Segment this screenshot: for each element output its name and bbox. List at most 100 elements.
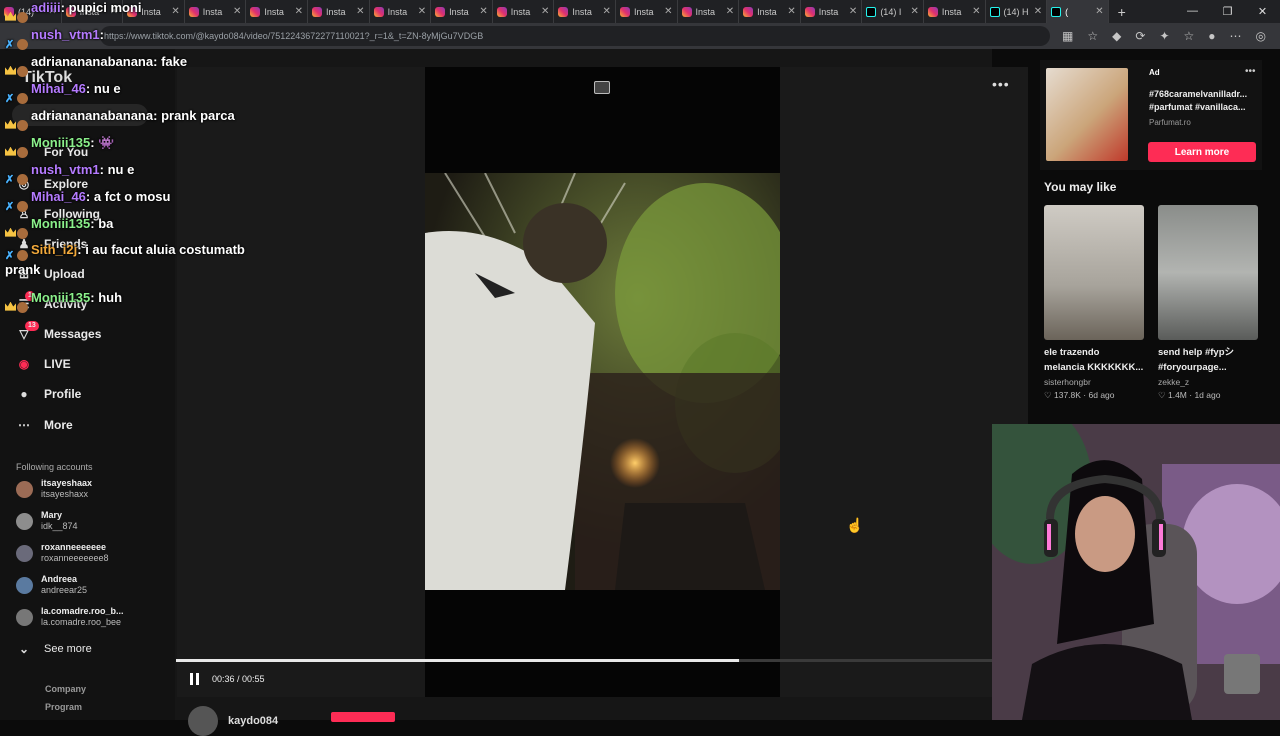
close-tab-icon[interactable]: ✕: [664, 6, 672, 17]
close-tab-icon[interactable]: ✕: [787, 6, 795, 17]
video-thumbnail[interactable]: [1158, 205, 1258, 340]
browser-tab[interactable]: Insta ✕: [924, 0, 986, 23]
grid-icon[interactable]: ▦: [1062, 29, 1073, 43]
browser-tab[interactable]: Insta ✕: [801, 0, 863, 23]
video-content: [425, 173, 780, 590]
menu-dots-icon[interactable]: ⋯: [1230, 29, 1242, 43]
instagram-icon: [311, 6, 322, 17]
browser-tab[interactable]: Insta ✕: [678, 0, 740, 23]
chat-message: ✗nush_vtm1: nu e: [5, 156, 245, 185]
following-account[interactable]: roxanneeeeeee roxanneeeeeee8: [16, 542, 109, 564]
close-tab-icon[interactable]: ✕: [1034, 6, 1042, 17]
card-title-line2[interactable]: #foryourpage...: [1158, 360, 1258, 375]
browser-tab[interactable]: Insta ✕: [493, 0, 555, 23]
avatar: [16, 480, 33, 498]
close-tab-icon[interactable]: ✕: [972, 6, 980, 17]
tab-label: Insta: [510, 6, 531, 17]
ad-title[interactable]: #768caramelvanilladr... #parfumat #vanil…: [1149, 88, 1257, 114]
video-time: 00:36 / 00:55: [212, 674, 265, 684]
more-options-icon[interactable]: •••: [992, 76, 1010, 92]
close-tab-icon[interactable]: ✕: [356, 6, 364, 17]
recommended-video-card[interactable]: ele trazendo melancia KKKKKKK... sisterhon…: [1044, 205, 1144, 401]
browser-tab[interactable]: Insta ✕: [370, 0, 432, 23]
refresh-icon[interactable]: ⟳: [1135, 29, 1145, 43]
browser-tab[interactable]: Insta ✕: [308, 0, 370, 23]
browser-tab[interactable]: (14) H ✕: [986, 0, 1048, 23]
card-title-line1[interactable]: ele trazendo: [1044, 345, 1144, 360]
ad-more-icon[interactable]: •••: [1245, 66, 1256, 77]
ad-source: Parfumat.ro: [1149, 118, 1191, 127]
card-likes: 137.8K: [1053, 390, 1081, 400]
see-more-button[interactable]: ⌄ See more: [16, 641, 92, 657]
card-stats: ♡ 137.8K · 6d ago: [1044, 390, 1144, 401]
sidebar-item-label: LIVE: [44, 357, 71, 371]
footer-program[interactable]: Program: [45, 702, 82, 712]
sidebar-item-live[interactable]: ◉ LIVE: [16, 356, 71, 372]
pause-icon[interactable]: [190, 673, 202, 685]
close-tab-icon[interactable]: ✕: [295, 6, 303, 17]
close-tab-icon[interactable]: ✕: [726, 6, 734, 17]
sidebar-item-profile[interactable]: ● Profile: [16, 386, 81, 402]
extension-icon[interactable]: ◆: [1112, 29, 1121, 43]
video-thumbnail[interactable]: [1044, 205, 1144, 340]
tab-label: Insta: [387, 6, 408, 17]
crown-badge-icon: [5, 227, 16, 237]
favorites-icon[interactable]: ☆: [1184, 29, 1195, 43]
card-title-line2[interactable]: melancia KKKKKKK...: [1044, 360, 1144, 375]
chat-colon: :: [77, 242, 86, 257]
sidebar-item-messages[interactable]: ▽ Messages 13: [16, 321, 101, 342]
new-tab-button[interactable]: +: [1109, 4, 1135, 20]
recommended-video-card[interactable]: send help #fypシ #foryourpage... zekke_z ♡ 1…: [1158, 205, 1258, 401]
browser-tab[interactable]: Insta ✕: [431, 0, 493, 23]
author-name[interactable]: kaydo084: [228, 715, 278, 727]
video-progress-bar[interactable]: [176, 659, 992, 662]
chat-badges: [5, 293, 31, 313]
browser-tab[interactable]: (✕: [1047, 0, 1109, 23]
author-avatar[interactable]: [188, 706, 218, 736]
card-title-line1[interactable]: send help #fypシ: [1158, 345, 1258, 360]
browser-tab[interactable]: Insta ✕: [616, 0, 678, 23]
avatar: [16, 544, 33, 562]
puzzle-icon[interactable]: ✦: [1159, 29, 1169, 43]
restore-icon[interactable]: ❐: [1210, 5, 1245, 18]
tab-label: (14) I: [880, 6, 902, 17]
close-tab-icon[interactable]: ✕: [1095, 6, 1103, 17]
ad-card[interactable]: Ad ••• #768caramelvanilladr... #parfumat…: [1040, 60, 1262, 170]
chat-badges: ✗: [5, 192, 31, 212]
star-icon[interactable]: ☆: [1087, 29, 1098, 43]
learn-more-button[interactable]: Learn more: [1148, 142, 1256, 162]
close-tab-icon[interactable]: ✕: [418, 6, 426, 17]
close-tab-icon[interactable]: ✕: [911, 6, 919, 17]
picture-in-picture-icon[interactable]: [594, 81, 610, 94]
following-account[interactable]: itsayeshaax itsayeshaxx: [16, 478, 92, 500]
sidebar-item-more[interactable]: ⋯ More: [16, 417, 73, 433]
footer-company[interactable]: Company: [45, 684, 86, 694]
close-window-icon[interactable]: ✕: [1245, 5, 1280, 18]
browser-tab[interactable]: (14) I ✕: [862, 0, 924, 23]
card-username[interactable]: sisterhongbr: [1044, 377, 1144, 387]
browser-tab[interactable]: Insta ✕: [554, 0, 616, 23]
instagram-icon: [619, 6, 630, 17]
video-backdrop-right: [780, 67, 1028, 697]
close-tab-icon[interactable]: ✕: [541, 6, 549, 17]
chat-message: adrianananabanana: prank parca: [5, 102, 245, 131]
following-account[interactable]: Mary idk__874: [16, 510, 78, 532]
browser-tab[interactable]: Insta ✕: [246, 0, 308, 23]
follow-button[interactable]: [331, 712, 395, 722]
close-tab-icon[interactable]: ✕: [603, 6, 611, 17]
instagram-icon: [804, 6, 815, 17]
chat-username: Mihai_46: [31, 81, 86, 96]
following-account[interactable]: Andreea andreear25: [16, 574, 87, 596]
video-player[interactable]: [425, 173, 780, 590]
close-tab-icon[interactable]: ✕: [479, 6, 487, 17]
profile-icon[interactable]: ●: [1208, 29, 1215, 43]
ad-image[interactable]: [1046, 68, 1128, 161]
close-tab-icon[interactable]: ✕: [849, 6, 857, 17]
following-account[interactable]: la.comadre.roo_b... la.comadre.roo_bee: [16, 606, 124, 628]
chat-username: Moniii135: [31, 216, 91, 231]
browser-tab[interactable]: Insta ✕: [739, 0, 801, 23]
copilot-icon[interactable]: ◎: [1256, 29, 1266, 43]
card-username[interactable]: zekke_z: [1158, 377, 1258, 387]
video-author[interactable]: kaydo084: [188, 706, 278, 736]
minimize-icon[interactable]: —: [1175, 5, 1210, 18]
